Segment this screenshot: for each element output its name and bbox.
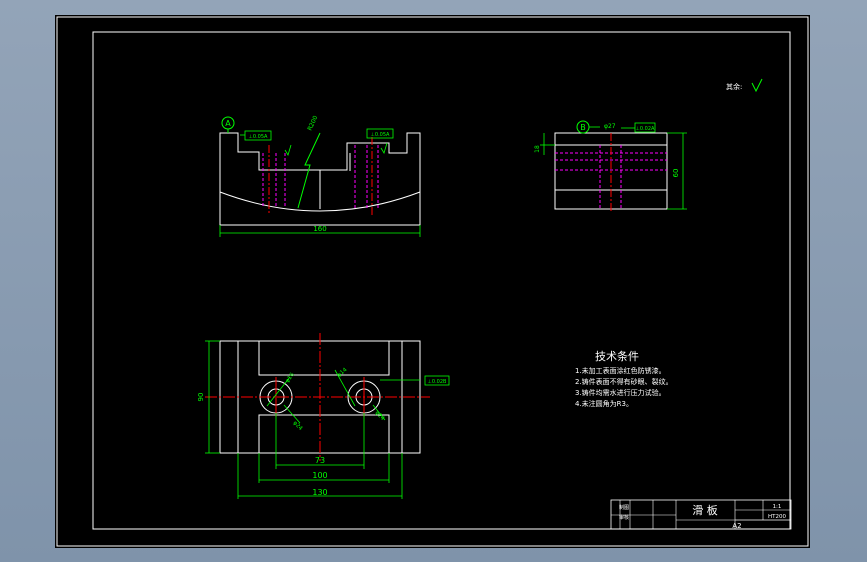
dim-73: 73 <box>315 456 325 465</box>
roughness-note: 其余: <box>726 78 763 93</box>
tech-note-1: 1.未加工表面涂红色防锈漆。 <box>575 366 666 375</box>
drawing-sheet: 其余: A ⊥0.05A ⊥0.05A R200 160 B φ27 ⊥0.02… <box>56 16 809 547</box>
datum-a-label: A <box>225 119 231 128</box>
title-cell-b: 审核 <box>619 514 629 521</box>
roughness-symbol-icon <box>751 78 763 93</box>
scale-label: 1:1 <box>773 504 782 510</box>
side-height-dim <box>540 132 687 210</box>
right-hole-label-a: φ14 <box>336 367 348 379</box>
title-block: 制图 审核 滑 板 1:1 HT200 A2 <box>610 499 792 530</box>
plan-upper-slot <box>258 341 390 376</box>
plan-center-lines <box>205 333 430 461</box>
sheet-size-label: A2 <box>732 522 741 530</box>
left-hole-label-b: φ24 <box>292 420 304 432</box>
left-hole-label-a: φ16 <box>285 372 296 385</box>
cad-viewport[interactable]: 其余: A ⊥0.05A ⊥0.05A R200 160 B φ27 ⊥0.02… <box>55 15 810 548</box>
front-width-label: 160 <box>313 225 326 233</box>
tech-notes: 技术条件 1.未加工表面涂红色防锈漆。 2.铸件表面不得有砂眼、裂纹。 3.铸件… <box>575 349 673 408</box>
plan-height-label: 90 <box>197 393 205 402</box>
side-diameter-label: φ27 <box>604 123 616 130</box>
tech-note-4: 4.未注圆角为R3。 <box>575 399 633 408</box>
inner-frame <box>92 31 791 530</box>
side-depth-label: 18 <box>534 145 541 153</box>
plan-lower-slot <box>258 414 390 453</box>
dim-130: 130 <box>312 488 327 497</box>
plan-tol-label: ⊥0.02B <box>428 379 447 385</box>
title-cell-a: 制图 <box>619 504 629 511</box>
part-name: 滑 板 <box>692 503 718 517</box>
front-tol-left: ⊥0.05A <box>249 134 268 140</box>
front-tol-right: ⊥0.05A <box>371 132 390 138</box>
radius-label: R200 <box>306 115 319 132</box>
roughness-label: 其余: <box>726 82 742 91</box>
side-height-label: 60 <box>672 169 680 178</box>
datum-b-label: B <box>580 123 586 132</box>
tech-note-2: 2.铸件表面不得有砂眼、裂纹。 <box>575 377 673 386</box>
tech-note-3: 3.铸件均需水进行压力试验。 <box>575 388 666 397</box>
side-view: B φ27 ⊥0.02A 60 18 <box>534 120 687 213</box>
tech-notes-title: 技术条件 <box>595 349 639 363</box>
dim-100: 100 <box>312 471 327 480</box>
outer-frame <box>56 16 809 547</box>
material-label: HT200 <box>768 514 786 520</box>
front-view: A ⊥0.05A ⊥0.05A R200 160 <box>219 115 421 237</box>
plan-view: φ16 φ24 φ14 φ24 ⊥0.02B 90 73 100 130 <box>197 333 450 499</box>
side-tol-label: ⊥0.02A <box>636 126 655 132</box>
right-hole-label-b: φ24 <box>374 410 386 422</box>
